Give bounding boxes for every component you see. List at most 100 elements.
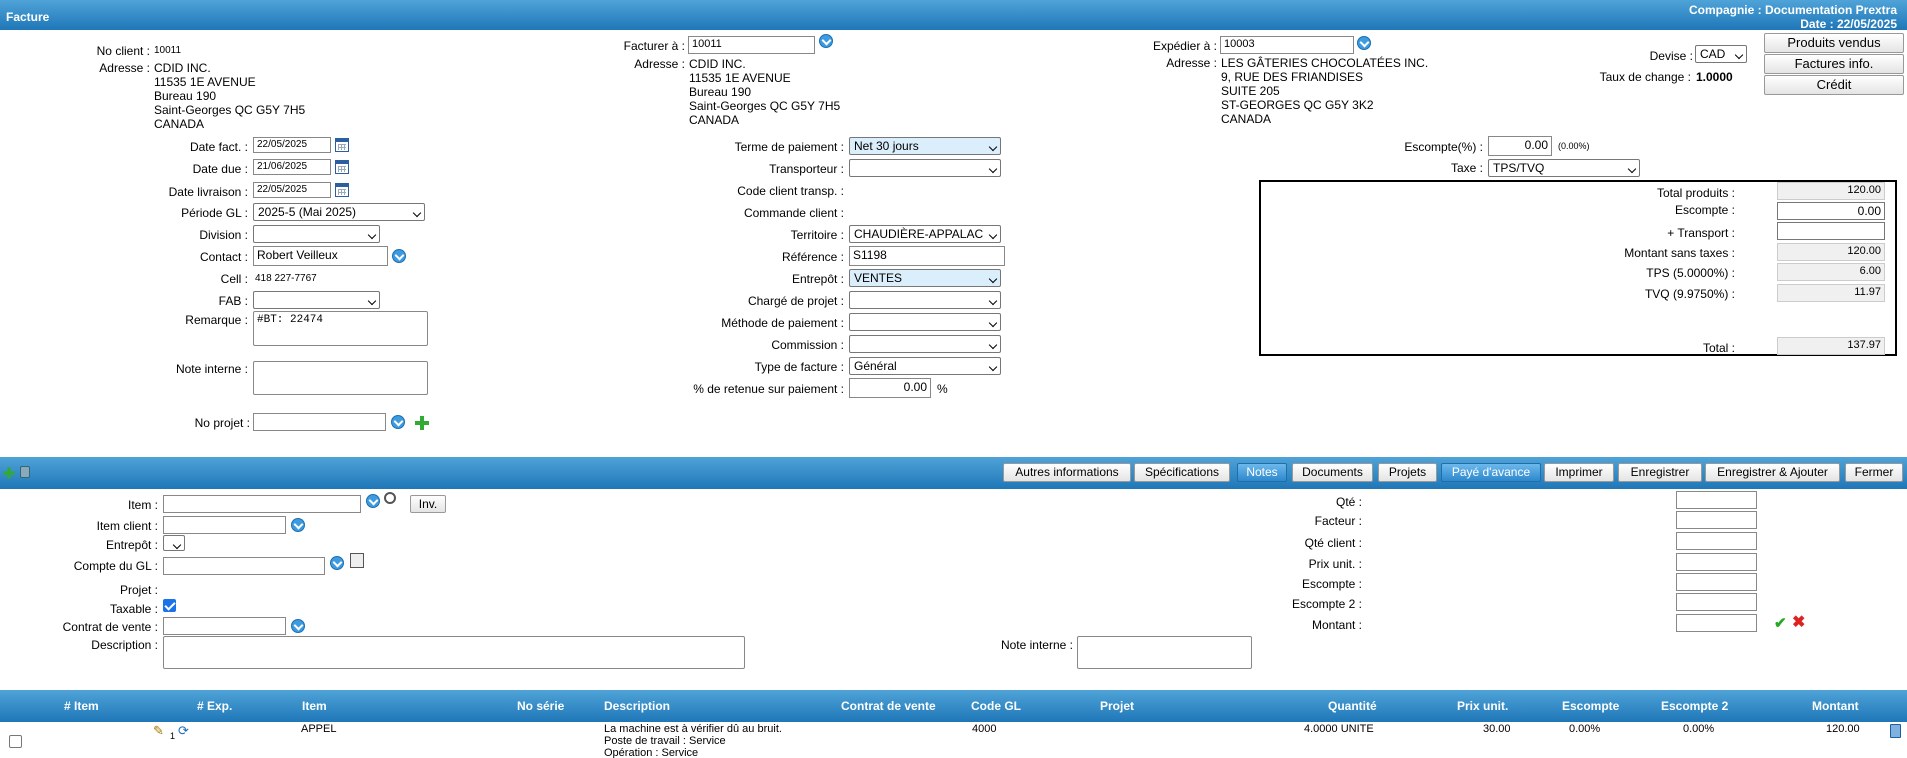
item-input[interactable]	[163, 495, 361, 513]
item-note-textarea[interactable]	[1077, 636, 1252, 669]
inv-button[interactable]: Inv.	[410, 495, 446, 513]
contrat-input[interactable]	[163, 617, 286, 635]
delete-icon[interactable]	[1890, 724, 1901, 738]
taxe-select[interactable]: TPS/TVQ	[1488, 159, 1640, 177]
documents-button[interactable]: Documents	[1292, 463, 1373, 482]
col-serie: No série	[517, 699, 565, 713]
fermer-button[interactable]: Fermer	[1845, 463, 1903, 482]
billto-lookup-icon[interactable]	[819, 34, 833, 48]
import-icon[interactable]	[20, 466, 30, 478]
item-escompte-label: Escompte :	[1301, 577, 1362, 591]
shipto-lookup-icon[interactable]	[1357, 36, 1371, 50]
retenue-input[interactable]: 0.00	[849, 378, 931, 398]
item-escompte2-input[interactable]	[1676, 593, 1757, 611]
division-label: Division :	[199, 228, 248, 242]
invoice-info-button[interactable]: Factures info.	[1764, 54, 1904, 74]
currency-select[interactable]: CAD	[1695, 45, 1747, 63]
compte-gl-lookup-icon[interactable]	[330, 556, 344, 570]
company-info: Compagnie : Documentation Prextra Date :…	[1689, 3, 1897, 31]
item-escompte-input[interactable]	[1676, 573, 1757, 591]
compte-gl-input[interactable]	[163, 557, 325, 575]
qte-input[interactable]	[1676, 491, 1757, 509]
add-projet-icon[interactable]	[415, 416, 429, 430]
specifications-button[interactable]: Spécifications	[1134, 463, 1230, 482]
col-projet: Projet	[1100, 699, 1135, 713]
compte-gl-label: Compte du GL :	[73, 559, 158, 573]
shipto-label: Expédier à :	[1152, 39, 1217, 53]
montant-input[interactable]	[1676, 614, 1757, 632]
cancel-icon[interactable]: ✖	[1792, 612, 1805, 632]
col-exp: # Exp.	[197, 699, 233, 713]
projets-button[interactable]: Projets	[1378, 463, 1437, 482]
total-produits-label: Total produits :	[1656, 186, 1735, 200]
description-textarea[interactable]	[163, 636, 745, 669]
montant-sans-taxes-label: Montant sans taxes :	[1624, 246, 1735, 260]
enregistrer-ajouter-button[interactable]: Enregistrer & Ajouter	[1705, 463, 1840, 482]
remarque-label: Remarque :	[185, 313, 248, 327]
item-lookup-icon[interactable]	[366, 494, 380, 508]
projet-lookup-icon[interactable]	[391, 415, 405, 429]
contact-input[interactable]: Robert Veilleux	[253, 246, 388, 266]
notes-button[interactable]: Notes	[1237, 463, 1287, 482]
address-line: Bureau 190	[154, 89, 217, 103]
remarque-textarea[interactable]: #BT: 22474	[253, 311, 428, 346]
terme-select[interactable]: Net 30 jours	[849, 137, 1001, 155]
autres-informations-button[interactable]: Autres informations	[1003, 463, 1131, 482]
date-due-input[interactable]: 21/06/2025	[253, 159, 331, 175]
prix-unit-input[interactable]	[1676, 553, 1757, 571]
credit-button[interactable]: Crédit	[1764, 75, 1904, 95]
add-line-icon[interactable]	[3, 467, 15, 479]
item-note-label: Note interne :	[1000, 638, 1073, 652]
gl-list-icon[interactable]	[350, 553, 364, 568]
periode-select[interactable]: 2025-5 (Mai 2025)	[253, 203, 425, 221]
no-projet-input[interactable]	[253, 413, 386, 431]
contact-lookup-icon[interactable]	[392, 249, 406, 263]
contrat-label: Contrat de vente :	[62, 620, 158, 634]
charge-projet-select[interactable]	[849, 291, 1001, 309]
methode-paiement-select[interactable]	[849, 313, 1001, 331]
billto-input[interactable]: 10011	[688, 36, 815, 54]
calendar-icon[interactable]	[335, 160, 349, 174]
item-entrepot-select[interactable]	[163, 535, 185, 551]
division-select[interactable]	[253, 225, 380, 243]
escompte-pct-display: (0.00%)	[1558, 141, 1590, 151]
territoire-select[interactable]: CHAUDIÈRE-APPALAC	[849, 225, 1001, 243]
shipto-address-label: Adresse :	[1166, 56, 1217, 70]
entrepot-select[interactable]: VENTES	[849, 269, 1001, 287]
transport-input[interactable]	[1777, 222, 1885, 240]
commission-select[interactable]	[849, 335, 1001, 353]
paye-avance-button[interactable]: Payé d'avance	[1441, 463, 1541, 482]
enregistrer-button[interactable]: Enregistrer	[1618, 463, 1702, 482]
transporteur-select[interactable]	[849, 159, 1001, 177]
qte-client-input[interactable]	[1676, 532, 1757, 550]
reference-input[interactable]: S1198	[849, 246, 1005, 266]
col-item-name: Item	[302, 699, 327, 713]
prix-unit-label: Prix unit. :	[1308, 557, 1362, 571]
calendar-icon[interactable]	[335, 183, 349, 197]
products-sold-button[interactable]: Produits vendus	[1764, 33, 1904, 53]
imprimer-button[interactable]: Imprimer	[1544, 463, 1614, 482]
escompte-pct-input[interactable]: 0.00	[1488, 136, 1552, 156]
qte-client-label: Qté client :	[1304, 536, 1362, 550]
search-icon[interactable]	[384, 492, 396, 504]
contrat-lookup-icon[interactable]	[291, 619, 305, 633]
date-fact-input[interactable]: 22/05/2025	[253, 137, 331, 153]
confirm-icon[interactable]: ✔	[1774, 614, 1787, 632]
refresh-icon[interactable]: ⟳	[178, 723, 189, 739]
note-interne-textarea[interactable]	[253, 361, 428, 395]
exchange-rate-label: Taux de change :	[1599, 70, 1691, 84]
type-facture-select[interactable]: Général	[849, 357, 1001, 375]
taxable-checkbox[interactable]	[163, 599, 176, 612]
facteur-input[interactable]	[1676, 511, 1757, 529]
edit-icon[interactable]: ✎	[153, 723, 164, 739]
calendar-icon[interactable]	[335, 138, 349, 152]
item-client-input[interactable]	[163, 516, 286, 534]
col-item: # Item	[64, 699, 99, 713]
date-liv-label: Date livraison :	[168, 185, 248, 199]
totals-escompte-input[interactable]: 0.00	[1777, 202, 1885, 220]
fab-select[interactable]	[253, 291, 380, 309]
shipto-input[interactable]: 10003	[1220, 36, 1354, 54]
item-client-lookup-icon[interactable]	[291, 518, 305, 532]
date-liv-input[interactable]: 22/05/2025	[253, 182, 331, 198]
row-checkbox[interactable]	[9, 735, 22, 748]
